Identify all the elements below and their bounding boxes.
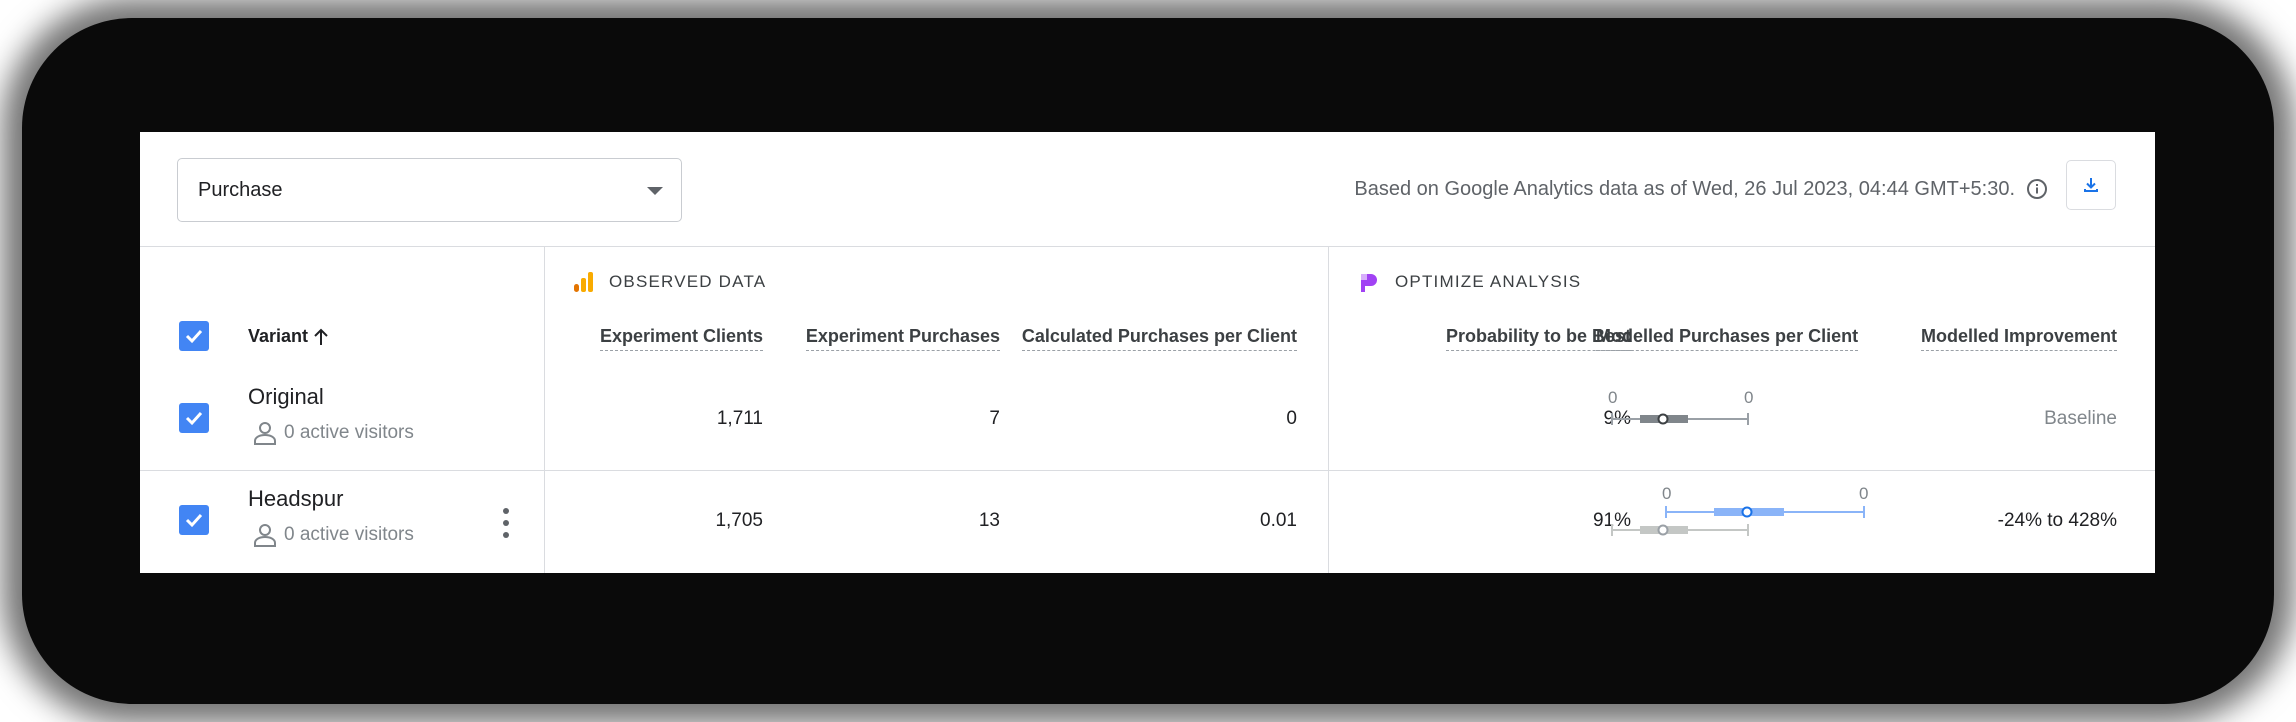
arrow-up-icon xyxy=(312,327,330,347)
cell-calculated-ppc: 0 xyxy=(1286,408,1297,429)
person-icon xyxy=(252,420,278,446)
row-checkbox-headspur[interactable] xyxy=(179,505,209,535)
cell-experiment-purchases: 13 xyxy=(978,510,1000,531)
metric-dropdown[interactable]: Purchase xyxy=(177,158,682,222)
metric-dropdown-value: Purchase xyxy=(198,178,283,201)
range-tick-high: 0 xyxy=(1859,484,1869,503)
divider-variant xyxy=(544,246,545,573)
range-tick-low: 0 xyxy=(1662,484,1672,503)
variant-header-label: Variant xyxy=(248,326,309,346)
observed-data-title: OBSERVED DATA xyxy=(609,272,767,291)
data-freshness-text: Based on Google Analytics data as of Wed… xyxy=(1354,178,2015,200)
cell-calculated-ppc: 0.01 xyxy=(1260,510,1297,531)
optimize-analysis-section: OPTIMIZE ANALYSIS xyxy=(1357,270,1581,294)
header-experiment-clients[interactable]: Experiment Clients xyxy=(599,326,763,351)
headspur-range-chart xyxy=(1611,506,1865,536)
chevron-down-icon xyxy=(647,187,663,195)
active-visitors: 0 active visitors xyxy=(252,420,414,446)
active-visitors-text: 0 active visitors xyxy=(284,422,414,443)
more-vert-icon[interactable] xyxy=(496,508,516,538)
header-modelled-ppc[interactable]: Modelled Purchases per Client xyxy=(1596,326,1859,351)
experiment-report-panel: Purchase Based on Google Analytics data … xyxy=(140,132,2155,573)
header-modelled-improvement[interactable]: Modelled Improvement xyxy=(1920,326,2117,351)
cell-modelled-improvement: -24% to 428% xyxy=(1997,510,2117,531)
cell-experiment-clients: 1,711 xyxy=(716,408,763,429)
cell-modelled-improvement: Baseline xyxy=(2044,408,2117,429)
range-tick-high: 0 xyxy=(1744,388,1754,407)
download-button[interactable] xyxy=(2066,160,2116,210)
report-toolbar: Purchase Based on Google Analytics data … xyxy=(140,132,2155,247)
variant-column-header[interactable]: Variant xyxy=(248,326,330,347)
variant-name[interactable]: Headspur xyxy=(248,486,343,512)
analytics-logo-icon xyxy=(571,270,595,294)
range-tick-low: 0 xyxy=(1608,388,1618,407)
header-experiment-purchases[interactable]: Experiment Purchases xyxy=(805,326,1000,351)
row-checkbox-original[interactable] xyxy=(179,403,209,433)
row-divider xyxy=(140,470,2155,471)
cell-experiment-clients: 1,705 xyxy=(715,510,763,531)
header-calculated-ppc[interactable]: Calculated Purchases per Client xyxy=(1021,326,1297,351)
download-icon xyxy=(2081,175,2101,195)
info-icon[interactable] xyxy=(2026,178,2048,200)
optimize-logo-icon xyxy=(1357,270,1381,294)
divider-observed xyxy=(1328,246,1329,573)
observed-data-section: OBSERVED DATA xyxy=(571,270,766,294)
original-range-chart xyxy=(1611,413,1749,425)
cell-experiment-purchases: 7 xyxy=(989,408,1000,429)
select-all-checkbox[interactable] xyxy=(179,321,209,351)
variant-name[interactable]: Original xyxy=(248,384,324,410)
active-visitors: 0 active visitors xyxy=(252,522,414,548)
person-icon xyxy=(252,522,278,548)
optimize-analysis-title: OPTIMIZE ANALYSIS xyxy=(1395,272,1582,291)
active-visitors-text: 0 active visitors xyxy=(284,524,414,545)
